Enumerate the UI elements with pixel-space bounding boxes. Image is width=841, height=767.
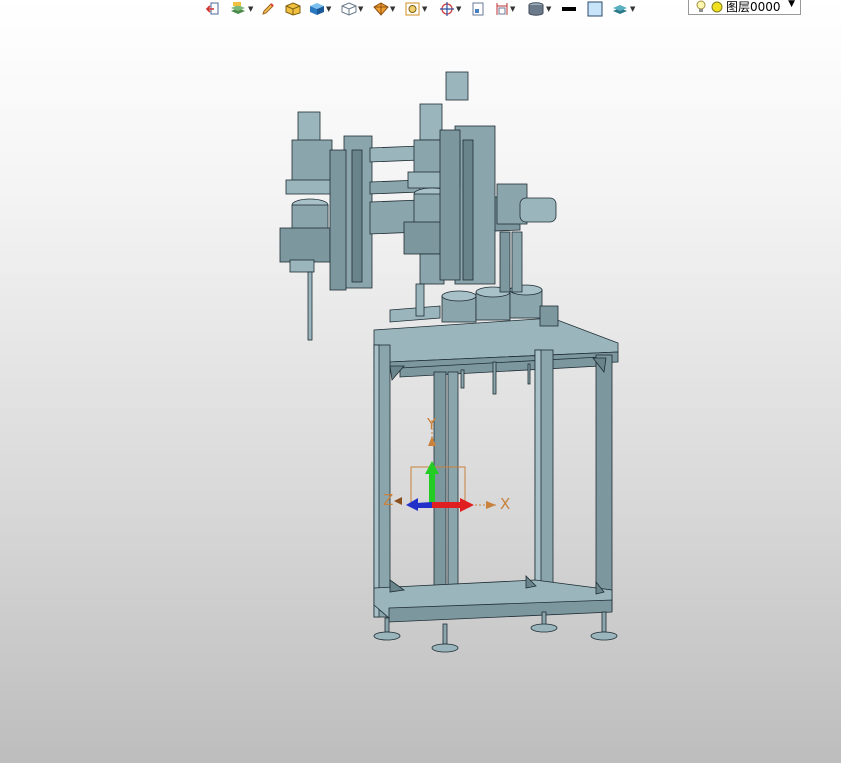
layers-filter-icon: [231, 1, 245, 14]
fill-color-button[interactable]: [587, 1, 609, 17]
cube-shaded-icon: [310, 2, 324, 15]
fill-color-icon: [587, 1, 603, 16]
layer-stack-icon: [613, 4, 627, 14]
y-axis-label: Y: [426, 415, 437, 433]
zoom-fit-button[interactable]: ▼: [405, 1, 437, 17]
cylinder-button[interactable]: ▼: [527, 1, 559, 17]
chevron-down-icon: ▼: [788, 0, 795, 9]
lightbulb-icon: [696, 0, 706, 12]
page-icon: [472, 2, 484, 15]
chevron-down-icon: ▼: [546, 4, 552, 13]
chevron-down-icon: ▼: [456, 4, 462, 13]
target-button[interactable]: ▼: [439, 1, 469, 17]
pencil-button[interactable]: [261, 1, 283, 17]
layer-stack-button[interactable]: ▼: [611, 1, 641, 17]
dimension-button[interactable]: ▼: [495, 1, 525, 17]
coordinate-triad: Y X Z: [383, 415, 510, 513]
x-axis-label: X: [500, 495, 510, 513]
chevron-down-icon: ▼: [422, 4, 428, 13]
chevron-down-icon: ▼: [630, 4, 636, 13]
page-button[interactable]: [471, 1, 493, 17]
cube-wireframe-icon: [341, 1, 357, 16]
cube-wireframe-button[interactable]: ▼: [341, 1, 371, 17]
render-shaded-icon: [285, 1, 301, 16]
dimension-icon: [496, 2, 508, 15]
section-view-icon: [373, 1, 389, 16]
exit-icon: [205, 2, 219, 14]
section-view-button[interactable]: ▼: [373, 1, 403, 17]
3d-viewport[interactable]: Y X Z: [0, 17, 841, 763]
layer-select[interactable]: 图层0000 ▼: [688, 0, 801, 15]
render-shaded-button[interactable]: [285, 1, 307, 17]
chevron-down-icon: ▼: [510, 4, 516, 13]
layer-name: 图层0000: [726, 0, 781, 14]
exit-button[interactable]: [205, 1, 227, 17]
x-axis-arrow[interactable]: [432, 502, 462, 508]
chevron-down-icon: ▼: [248, 4, 254, 13]
cube-shaded-button[interactable]: ▼: [309, 1, 339, 17]
line-color-button[interactable]: [561, 1, 585, 17]
line-color-icon: [562, 6, 576, 11]
layers-filter-button[interactable]: ▼: [229, 1, 259, 17]
sun-icon: [711, 1, 723, 12]
chevron-down-icon: ▼: [390, 4, 396, 13]
pencil-icon: [262, 2, 274, 15]
cylinder-icon: [528, 1, 544, 16]
zoom-fit-icon: [405, 2, 420, 15]
chevron-down-icon: ▼: [326, 4, 332, 13]
y-axis-arrow[interactable]: [429, 472, 435, 504]
machine-model: [279, 71, 619, 653]
z-axis-label: Z: [383, 491, 393, 509]
chevron-down-icon: ▼: [358, 4, 364, 13]
target-icon: [440, 1, 454, 16]
3d-model-canvas[interactable]: Y X Z: [0, 17, 841, 763]
z-axis-arrow[interactable]: [416, 502, 432, 508]
